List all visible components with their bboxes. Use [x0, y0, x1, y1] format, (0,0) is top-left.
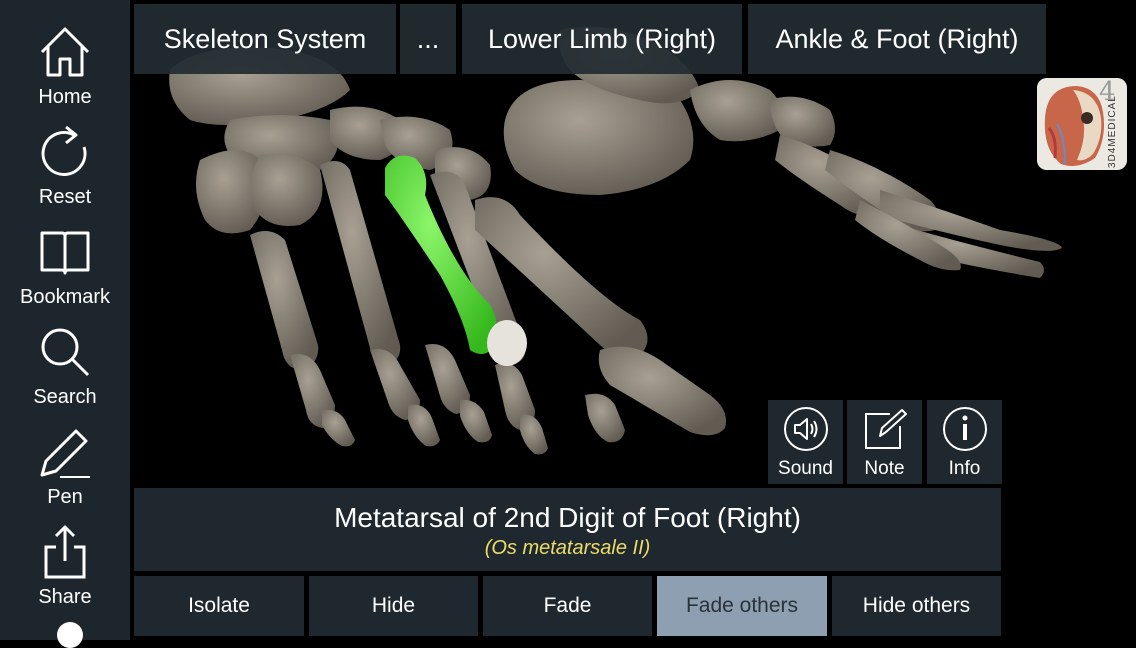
more-icon[interactable]: [57, 622, 83, 648]
structure-info-panel: Metatarsal of 2nd Digit of Foot (Right) …: [134, 488, 1001, 571]
share-icon: [35, 522, 95, 582]
sound-button[interactable]: Sound: [768, 400, 843, 484]
fade-others-button[interactable]: Fade others: [657, 576, 827, 636]
note-button[interactable]: Note: [847, 400, 922, 484]
hide-button[interactable]: Hide: [309, 576, 478, 636]
sidebar-item-label: Reset: [38, 186, 92, 208]
breadcrumb-item-skeleton-system[interactable]: Skeleton System: [134, 4, 396, 74]
isolate-button[interactable]: Isolate: [134, 576, 304, 636]
note-label: Note: [864, 458, 905, 479]
sidebar-item-home[interactable]: Home: [0, 22, 130, 118]
sidebar: Home Reset Bookmark Search Pen Share: [0, 0, 130, 648]
fade-button[interactable]: Fade: [483, 576, 652, 636]
sidebar-item-pen[interactable]: Pen: [0, 422, 130, 518]
sidebar-item-label: Bookmark: [19, 286, 111, 308]
info-button[interactable]: Info: [927, 400, 1002, 484]
sidebar-item-bookmark[interactable]: Bookmark: [0, 222, 130, 318]
reset-icon: [35, 122, 95, 182]
sidebar-item-label: Share: [38, 586, 92, 608]
metatarsal-head: [487, 320, 527, 366]
breadcrumb-item-ankle-foot[interactable]: Ankle & Foot (Right): [748, 4, 1046, 74]
speaker-icon: [783, 406, 829, 452]
sidebar-item-label: Home: [38, 86, 92, 108]
search-icon: [35, 322, 95, 382]
bookmark-icon: [35, 222, 95, 282]
sidebar-item-search[interactable]: Search: [0, 322, 130, 418]
breadcrumb-item-lower-limb[interactable]: Lower Limb (Right): [462, 4, 742, 74]
structure-latin-name: (Os metatarsale II): [484, 537, 651, 559]
home-icon: [35, 22, 95, 82]
note-icon: [862, 406, 908, 452]
app-logo[interactable]: 4 3D4MEDICAL: [1037, 78, 1127, 170]
info-label: Info: [948, 458, 981, 479]
sidebar-item-reset[interactable]: Reset: [0, 122, 130, 218]
structure-name: Metatarsal of 2nd Digit of Foot (Right): [334, 502, 801, 533]
sidebar-item-label: Search: [33, 386, 97, 408]
sidebar-item-label: Pen: [47, 486, 83, 508]
sound-label: Sound: [778, 458, 833, 479]
pen-icon: [35, 422, 95, 482]
logo-text: 3D4MEDICAL: [1107, 95, 1118, 168]
info-icon: [942, 406, 988, 452]
breadcrumb-item-ellipsis[interactable]: ...: [400, 4, 456, 74]
hide-others-button[interactable]: Hide others: [832, 576, 1001, 636]
sidebar-item-share[interactable]: Share: [0, 522, 130, 618]
